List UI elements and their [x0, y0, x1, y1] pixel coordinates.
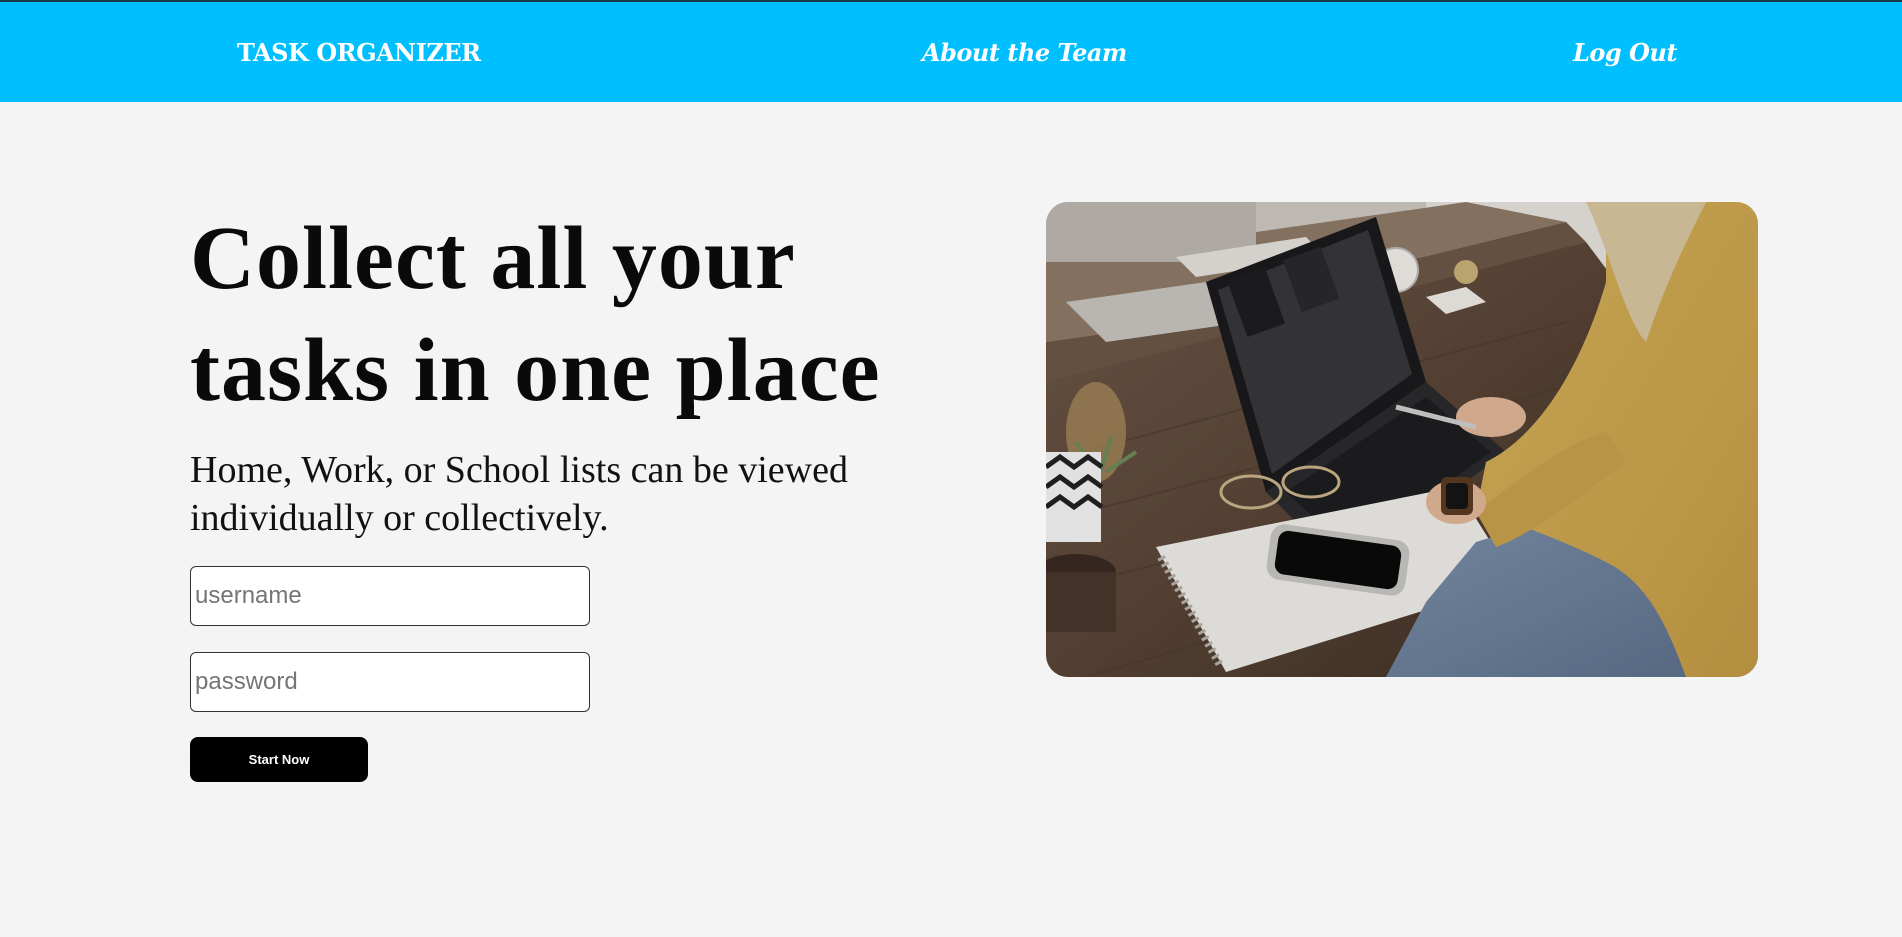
brand-link[interactable]: TASK ORGANIZER [237, 38, 481, 67]
hero-photo-illustration [1046, 202, 1758, 677]
password-input[interactable] [190, 652, 590, 712]
logout-link[interactable]: Log Out [1573, 38, 1677, 67]
top-navbar: TASK ORGANIZER About the Team Log Out [0, 0, 1902, 102]
headline-line-2: tasks in one place [190, 321, 881, 420]
subtext-line-2: individually or collectively. [190, 497, 609, 539]
headline-line-1: Collect all your [190, 209, 796, 308]
start-now-button[interactable]: Start Now [190, 737, 368, 782]
hero-headline: Collect all your tasks in one place [190, 203, 950, 427]
hero-subtext: Home, Work, or School lists can be viewe… [190, 446, 930, 542]
username-input[interactable] [190, 566, 590, 626]
subtext-line-1: Home, Work, or School lists can be viewe… [190, 449, 848, 491]
about-team-link[interactable]: About the Team [922, 38, 1127, 67]
hero-photo [1046, 202, 1758, 677]
